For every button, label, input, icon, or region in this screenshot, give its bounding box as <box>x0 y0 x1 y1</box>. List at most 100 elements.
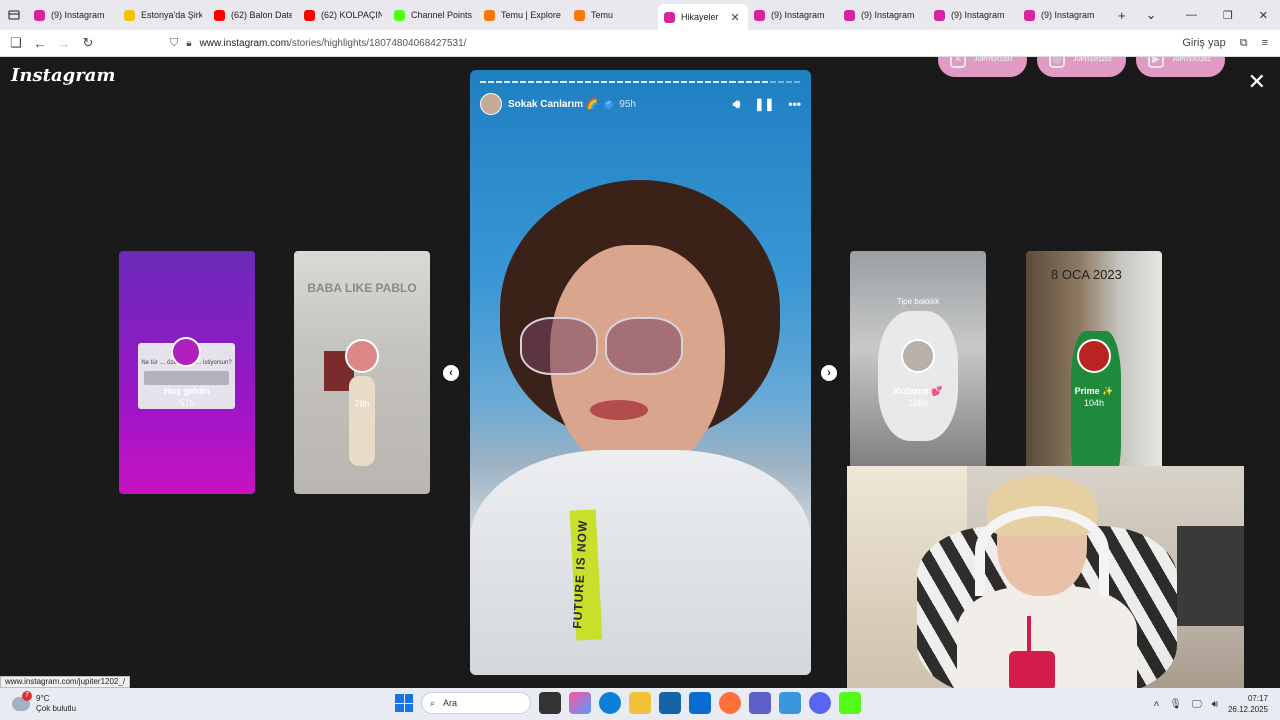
card-title: Kızlarım 💕 <box>893 386 943 396</box>
outlook-icon[interactable] <box>689 692 711 714</box>
progress-segment <box>480 81 487 83</box>
kick-icon[interactable] <box>839 692 861 714</box>
tab-list-chevron-icon[interactable]: ⌄ <box>1146 7 1157 23</box>
search-icon: ⌕ <box>430 697 436 708</box>
browser-tab[interactable]: (9) Instagram <box>748 0 838 30</box>
browser-tab[interactable]: Temu | Explore th <box>478 0 568 30</box>
progress-segment <box>592 81 599 83</box>
file-explorer-icon[interactable] <box>629 692 651 714</box>
progress-segment <box>496 81 503 83</box>
progress-segment <box>568 81 575 83</box>
teams-icon[interactable] <box>749 692 771 714</box>
tab-label: (62) Balon Date S <box>231 10 292 20</box>
story-preview-card[interactable]: BABA LIKE PABLO 78h <box>294 251 430 494</box>
overlay-pill-instagram: ◎ JUPITER1202 <box>1037 57 1126 77</box>
clock-time: 07:17 <box>1247 694 1268 703</box>
browser-tab[interactable]: (9) Instagram <box>1018 0 1108 30</box>
account-button[interactable]: Giriş yap <box>1182 37 1225 50</box>
volume-icon[interactable]: 🔊︎ <box>733 97 741 112</box>
story-viewer: Instagram ✕ Ne tür … özel içerik … istiy… <box>0 57 1280 688</box>
card-overlay-text: Tipe bakkkk <box>896 297 940 306</box>
lock-icon[interactable]: 🔒︎ <box>186 38 191 49</box>
tab-label: Temu <box>591 10 614 20</box>
search-placeholder: Ara <box>443 698 458 708</box>
tab-close-icon[interactable]: ✕ <box>731 11 740 24</box>
maximize-icon[interactable]: ❐ <box>1223 9 1233 22</box>
previous-story-icon[interactable]: ‹ <box>443 365 459 381</box>
progress-segment <box>648 81 656 83</box>
notification-badge: 7 <box>22 691 32 701</box>
browser-tab[interactable]: Estonya'da Şirket <box>118 0 208 30</box>
start-icon[interactable] <box>395 694 413 712</box>
browser-tab[interactable]: Channel Points - <box>388 0 478 30</box>
back-icon[interactable]: ← <box>28 36 52 51</box>
progress-segment <box>552 81 559 83</box>
browser-tab[interactable]: (62) KOLPAÇINO <box>298 0 388 30</box>
microphone-icon[interactable]: 🎙︎ <box>1169 699 1182 710</box>
progress-segment <box>761 81 768 83</box>
browser-tab[interactable]: (9) Instagram <box>928 0 1018 30</box>
network-icon[interactable]: 🖵︎ <box>1192 699 1202 710</box>
browser-tab[interactable]: (9) Instagram <box>838 0 928 30</box>
avatar <box>1077 339 1111 373</box>
progress-segment <box>632 81 639 83</box>
story-preview-card[interactable]: Tipe bakkkk Kızlarım 💕 116h <box>850 251 986 494</box>
pause-icon[interactable]: ❚❚ <box>754 97 774 112</box>
firefox-icon[interactable] <box>719 692 741 714</box>
progress-segment <box>657 81 664 83</box>
settings-icon[interactable] <box>779 692 801 714</box>
more-options-icon[interactable]: ••• <box>788 97 801 112</box>
story-preview-card[interactable]: Ne tür … özel içerik … istiyorsun? Hoş g… <box>119 251 255 494</box>
browser-tab[interactable]: (62) Balon Date S <box>208 0 298 30</box>
browser-tab-bar: (9) Instagram Estonya'da Şirket (62) Balon… <box>0 0 1280 30</box>
task-view-icon[interactable] <box>539 692 561 714</box>
tab-favicon-icon <box>304 9 315 21</box>
new-tab-icon[interactable]: + <box>1118 8 1126 23</box>
edge-icon[interactable] <box>599 692 621 714</box>
overlay-pill-x: ✕ JUPITER1202 <box>938 57 1027 77</box>
copilot-icon[interactable] <box>569 692 591 714</box>
browser-toolbar: ❏ ← → ↻ ⛉ 🔒︎ www.instagram.com/stories/h… <box>0 30 1280 57</box>
window-close-icon[interactable]: ✕ <box>1259 9 1268 22</box>
browser-tab[interactable]: (9) Instagram <box>28 0 118 30</box>
sidebar-toggle-icon[interactable]: ❏ <box>4 35 28 51</box>
discord-icon[interactable] <box>809 692 831 714</box>
progress-segment <box>576 81 583 83</box>
tray-chevron-icon[interactable]: ˄ <box>1153 699 1159 710</box>
tab-label: (62) KOLPAÇINO <box>321 10 382 20</box>
card-overlay-text: 8 OCA 2023 <box>1051 267 1122 282</box>
tab-favicon-icon <box>1024 9 1035 21</box>
card-time: 116h <box>908 398 928 408</box>
progress-segment <box>689 81 696 83</box>
tab-overview-icon[interactable] <box>0 0 28 30</box>
extensions-icon[interactable]: ⧉ <box>1240 37 1248 50</box>
speaker-icon[interactable]: 🔊︎ <box>1212 699 1218 710</box>
x-icon: ✕ <box>950 57 966 68</box>
card-overlay-text: BABA LIKE PABLO <box>307 281 417 295</box>
address-bar[interactable]: ⛉ 🔒︎ www.instagram.com/stories/highlight… <box>170 32 990 54</box>
instagram-logo[interactable]: Instagram <box>11 65 115 86</box>
progress-segment <box>624 81 631 83</box>
clock[interactable]: 07:17 26.12.2025 <box>1228 693 1268 715</box>
story-preview-card[interactable]: 8 OCA 2023 Prime ✨ 104h <box>1026 251 1162 494</box>
shield-icon[interactable]: ⛉ <box>170 37 178 50</box>
taskbar-search[interactable]: ⌕ Ara <box>421 692 531 714</box>
avatar[interactable] <box>480 93 502 115</box>
weather-widget[interactable]: 7 9°C Çok bulutlu <box>0 691 200 714</box>
close-story-icon[interactable]: ✕ <box>1248 69 1266 95</box>
store-icon[interactable] <box>659 692 681 714</box>
card-title: Hoş geldin <box>163 386 210 396</box>
active-story[interactable]: FUTURE IS NOW Sokak Canlarım 🌈 ✓ 95h 🔊︎ … <box>470 70 811 675</box>
avatar <box>345 339 379 373</box>
progress-segment <box>713 81 720 83</box>
progress-segment <box>665 81 672 83</box>
forward-icon[interactable]: → <box>52 36 76 51</box>
browser-tab[interactable]: Temu <box>568 0 658 30</box>
next-story-icon[interactable]: › <box>821 365 837 381</box>
story-username[interactable]: Sokak Canlarım 🌈 <box>508 99 598 110</box>
menu-icon[interactable]: ≡ <box>1262 37 1268 50</box>
story-progress-bar <box>480 81 800 83</box>
reload-icon[interactable]: ↻ <box>76 35 100 51</box>
browser-tab[interactable]: Hikayeler ✕ <box>658 4 748 30</box>
minimize-icon[interactable]: — <box>1186 9 1197 22</box>
